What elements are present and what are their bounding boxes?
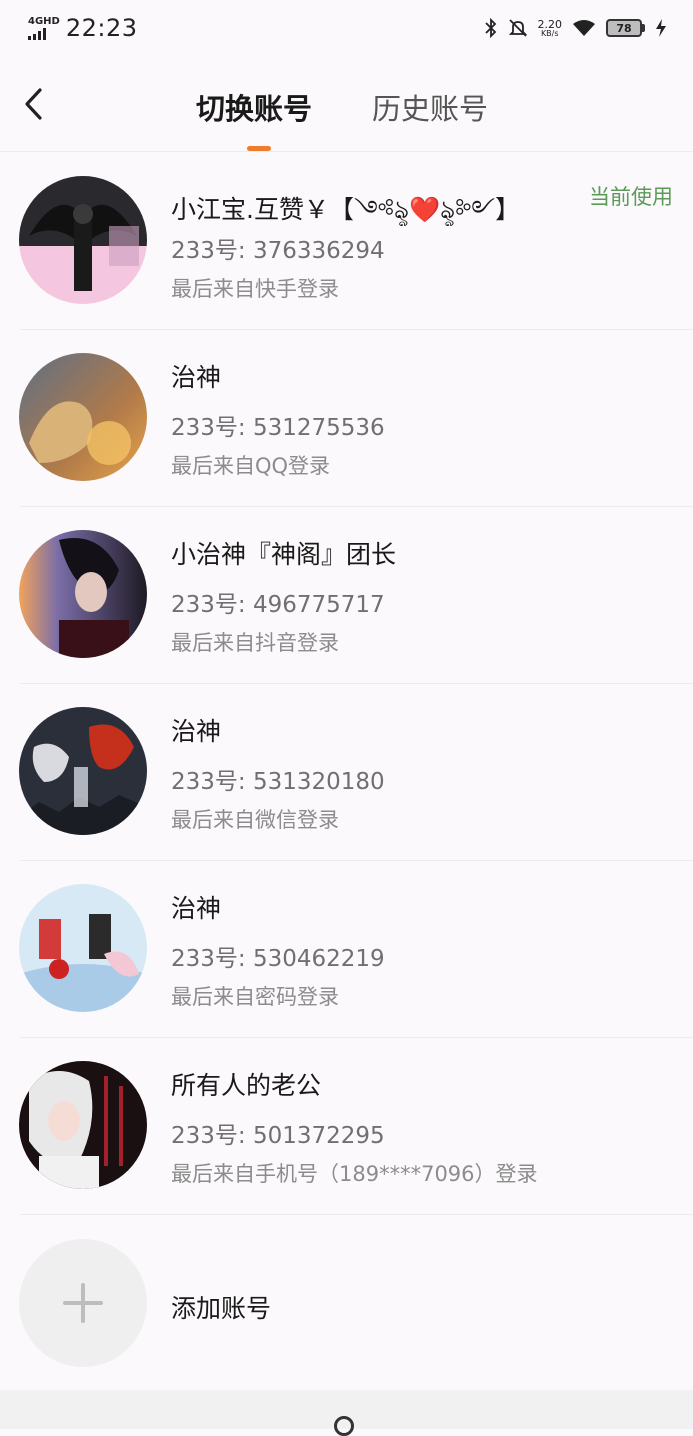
plus-icon — [63, 1283, 103, 1323]
account-list: 小江宝.互赞￥【༺ৡ❤️ৡ༻】 当前使用 233号: 376336294 最后来… — [0, 153, 693, 1392]
avatar — [19, 884, 147, 1012]
account-login-source: 最后来自快手登录 — [171, 277, 339, 301]
signal-icon: 4GHD — [28, 15, 60, 40]
wifi-icon — [573, 20, 595, 36]
account-login-source: 最后来自手机号（189****7096）登录 — [171, 1162, 538, 1186]
account-id: 233号: 531320180 — [171, 762, 385, 796]
account-id-label: 233号: — [171, 769, 246, 795]
account-id: 233号: 376336294 — [171, 231, 385, 265]
add-account-row[interactable]: 添加账号 — [0, 1215, 693, 1392]
account-name: 小治神『神阁』团长 — [171, 540, 397, 569]
account-id-value: 376336294 — [252, 238, 385, 264]
account-row[interactable]: 小江宝.互赞￥【༺ৡ❤️ৡ༻】 当前使用 233号: 376336294 最后来… — [0, 153, 693, 330]
account-row[interactable]: 治神 233号: 530462219 最后来自密码登录 — [0, 861, 693, 1038]
account-id-value: 501372295 — [252, 1123, 385, 1149]
account-row[interactable]: 治神 233号: 531275536 最后来自QQ登录 — [0, 330, 693, 507]
tab-indicator — [247, 146, 271, 151]
battery-icon: 78 — [606, 19, 645, 37]
tab-history-account[interactable]: 历史账号 — [372, 86, 488, 128]
account-id: 233号: 501372295 — [171, 1116, 385, 1150]
avatar — [19, 530, 147, 658]
avatar — [19, 353, 147, 481]
add-account-label: 添加账号 — [171, 1294, 272, 1323]
status-left: 4GHD 22:23 — [28, 14, 138, 42]
tab-switch-account[interactable]: 切换账号 — [196, 86, 312, 128]
avatar — [19, 176, 147, 304]
battery-level: 78 — [616, 21, 632, 35]
header: 切换账号 历史账号 — [0, 56, 693, 152]
account-id-label: 233号: — [171, 238, 246, 264]
charging-icon — [656, 19, 666, 37]
current-account-badge: 当前使用 — [589, 185, 673, 209]
home-indicator[interactable] — [334, 1416, 354, 1436]
avatar — [19, 707, 147, 835]
account-id-label: 233号: — [171, 592, 246, 618]
back-button[interactable] — [20, 86, 50, 122]
avatar — [19, 1061, 147, 1189]
account-login-source: 最后来自密码登录 — [171, 985, 339, 1009]
account-row[interactable]: 治神 233号: 531320180 最后来自微信登录 — [0, 684, 693, 861]
bottom-bar — [0, 1390, 693, 1436]
add-account-button[interactable] — [19, 1239, 147, 1367]
account-name: 治神 — [171, 717, 222, 746]
account-login-source: 最后来自QQ登录 — [171, 454, 331, 478]
account-name: 所有人的老公 — [171, 1071, 322, 1100]
account-id-label: 233号: — [171, 946, 246, 972]
account-login-source: 最后来自微信登录 — [171, 808, 339, 832]
bluetooth-icon — [484, 18, 496, 38]
network-type: 4GHD — [28, 15, 60, 27]
account-id-value: 531320180 — [252, 769, 385, 795]
account-name: 治神 — [171, 363, 222, 392]
account-login-source: 最后来自抖音登录 — [171, 631, 339, 655]
account-id: 233号: 496775717 — [171, 585, 385, 619]
status-bar: 4GHD 22:23 2.20 KB/s 78 — [0, 0, 693, 56]
account-id-value: 531275536 — [252, 415, 385, 441]
account-id-label: 233号: — [171, 1123, 246, 1149]
status-right: 2.20 KB/s 78 — [484, 18, 668, 38]
clock: 22:23 — [65, 14, 138, 42]
account-row[interactable]: 所有人的老公 233号: 501372295 最后来自手机号（189****70… — [0, 1038, 693, 1215]
account-id-value: 530462219 — [252, 946, 385, 972]
account-row[interactable]: 小治神『神阁』团长 233号: 496775717 最后来自抖音登录 — [0, 507, 693, 684]
account-id: 233号: 530462219 — [171, 939, 385, 973]
account-id-label: 233号: — [171, 415, 246, 441]
account-id-value: 496775717 — [252, 592, 385, 618]
account-name: 治神 — [171, 894, 222, 923]
account-id: 233号: 531275536 — [171, 408, 385, 442]
mute-bell-icon — [508, 19, 527, 37]
network-speed: 2.20 KB/s — [537, 17, 563, 38]
chevron-left-icon — [25, 88, 42, 120]
